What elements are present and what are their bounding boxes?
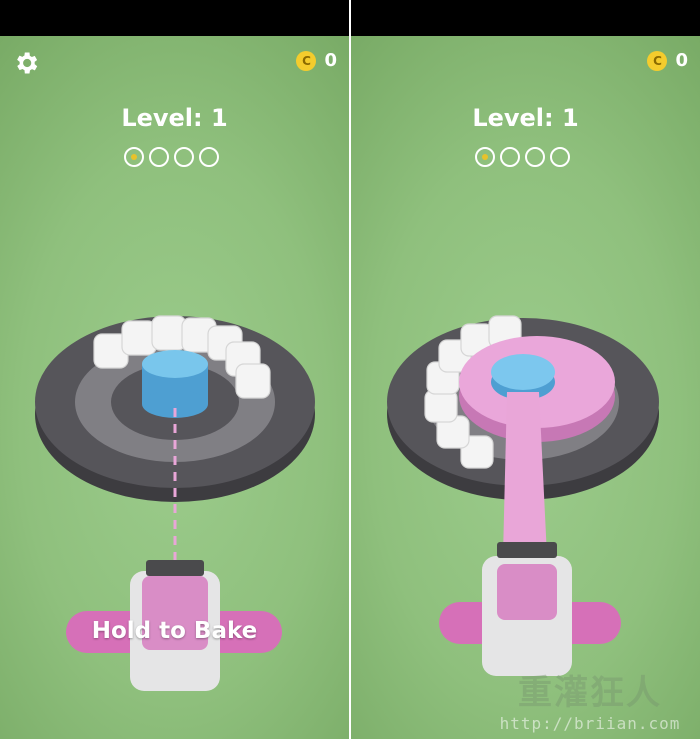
progress-dot-2: [500, 147, 520, 167]
cake-base: [142, 350, 208, 418]
watermark-chinese-text: 重灌狂人: [518, 673, 662, 713]
game-screen-right: C 0 Level: 1 重灌狂人 http://briian.com: [351, 36, 700, 739]
game-screen-left: C 0 Level: 1 Hold to Bake: [0, 36, 349, 739]
coin-icon: C: [296, 50, 317, 71]
hold-to-bake-prompt[interactable]: Hold to Bake: [0, 618, 349, 644]
progress-dot-2: [149, 147, 169, 167]
coin-count: 0: [324, 50, 337, 71]
coin-count: 0: [675, 50, 688, 71]
baker-machine[interactable]: [439, 542, 621, 676]
progress-dot-1: [475, 147, 495, 167]
progress-dot-1: [124, 147, 144, 167]
coin-counter: C 0: [647, 50, 688, 71]
game-scene-right: [387, 315, 659, 676]
watermark-url: http://briian.com: [499, 714, 681, 733]
progress-dot-3: [525, 147, 545, 167]
progress-dot-3: [174, 147, 194, 167]
level-title: Level: 1: [121, 104, 228, 132]
level-progress-dots: [124, 147, 226, 169]
coin-icon: C: [647, 50, 668, 71]
watermark: 重灌狂人 http://briian.com: [490, 665, 690, 733]
settings-gear-icon[interactable]: [12, 49, 40, 77]
coin-counter: C 0: [296, 50, 337, 71]
level-title: Level: 1: [472, 104, 579, 132]
level-progress-dots: [475, 147, 577, 169]
progress-dot-4: [199, 147, 219, 167]
progress-dot-4: [550, 147, 570, 167]
